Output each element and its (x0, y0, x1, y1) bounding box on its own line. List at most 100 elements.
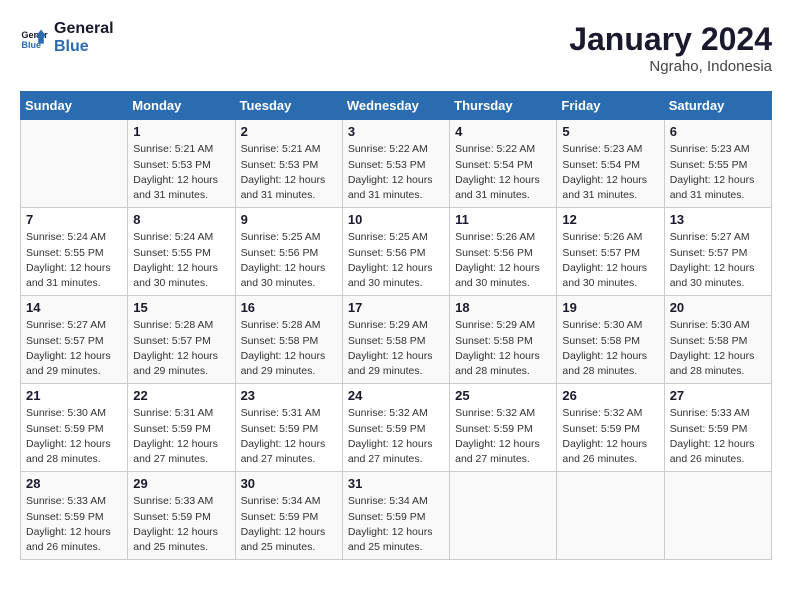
calendar-cell: 14Sunrise: 5:27 AM Sunset: 5:57 PM Dayli… (21, 296, 128, 384)
weekday-header: Wednesday (342, 92, 449, 120)
day-info: Sunrise: 5:28 AM Sunset: 5:58 PM Dayligh… (241, 318, 337, 379)
day-number: 12 (562, 212, 658, 227)
calendar-cell: 24 Sunrise: 5:32 AM Sunset: 5:59 PM Dayli… (342, 384, 449, 472)
day-number: 19 (562, 300, 658, 315)
day-info: Sunrise: 5:21 AM Sunset: 5:53 PM Dayligh… (241, 142, 337, 203)
day-number: 22 (133, 388, 229, 403)
day-info: Sunrise: 5:30 AM Sunset: 5:58 PM Dayligh… (670, 318, 766, 379)
day-number: 27 (670, 388, 766, 403)
day-info: Sunrise: 5:24 AM Sunset: 5:55 PM Dayligh… (133, 230, 229, 291)
calendar-cell: 29 Sunrise: 5:33 AM Sunset: 5:59 PM Dayli… (128, 472, 235, 560)
logo-general: General (54, 20, 114, 38)
day-info: Sunrise: 5:21 AM Sunset: 5:53 PM Dayligh… (133, 142, 229, 203)
calendar-table: SundayMondayTuesdayWednesdayThursdayFrid… (20, 91, 772, 560)
day-number: 29 (133, 476, 229, 491)
day-info: Sunrise: 5:31 AM Sunset: 5:59 PM Dayligh… (133, 406, 229, 467)
day-number: 11 (455, 212, 551, 227)
calendar-cell: 13 Sunrise: 5:27 AM Sunset: 5:57 PM Dayli… (664, 208, 771, 296)
day-info: Sunrise: 5:29 AM Sunset: 5:58 PM Dayligh… (348, 318, 444, 379)
calendar-cell: 15 Sunrise: 5:28 AM Sunset: 5:57 PM Dayli… (128, 296, 235, 384)
day-number: 6 (670, 124, 766, 139)
day-info: Sunrise: 5:23 AM Sunset: 5:54 PM Dayligh… (562, 142, 658, 203)
day-number: 9 (241, 212, 337, 227)
day-number: 15 (133, 300, 229, 315)
day-info: Sunrise: 5:24 AM Sunset: 5:55 PM Dayligh… (26, 230, 122, 291)
logo-icon: General Blue (20, 24, 48, 52)
day-info: Sunrise: 5:32 AM Sunset: 5:59 PM Dayligh… (455, 406, 551, 467)
day-number: 25 (455, 388, 551, 403)
day-number: 31 (348, 476, 444, 491)
day-number: 28 (26, 476, 122, 491)
day-info: Sunrise: 5:30 AM Sunset: 5:59 PM Dayligh… (26, 406, 122, 467)
day-number: 13 (670, 212, 766, 227)
calendar-cell: 22 Sunrise: 5:31 AM Sunset: 5:59 PM Dayli… (128, 384, 235, 472)
calendar-cell: 16Sunrise: 5:28 AM Sunset: 5:58 PM Dayli… (235, 296, 342, 384)
calendar-cell: 25 Sunrise: 5:32 AM Sunset: 5:59 PM Dayli… (450, 384, 557, 472)
day-info: Sunrise: 5:33 AM Sunset: 5:59 PM Dayligh… (670, 406, 766, 467)
day-number: 3 (348, 124, 444, 139)
calendar-cell: 10 Sunrise: 5:25 AM Sunset: 5:56 PM Dayli… (342, 208, 449, 296)
day-info: Sunrise: 5:25 AM Sunset: 5:56 PM Dayligh… (241, 230, 337, 291)
calendar-cell: 12 Sunrise: 5:26 AM Sunset: 5:57 PM Dayli… (557, 208, 664, 296)
day-info: Sunrise: 5:28 AM Sunset: 5:57 PM Dayligh… (133, 318, 229, 379)
calendar-cell: 30 Sunrise: 5:34 AM Sunset: 5:59 PM Dayli… (235, 472, 342, 560)
day-info: Sunrise: 5:29 AM Sunset: 5:58 PM Dayligh… (455, 318, 551, 379)
calendar-cell: 27 Sunrise: 5:33 AM Sunset: 5:59 PM Dayli… (664, 384, 771, 472)
calendar-cell: 3Sunrise: 5:22 AM Sunset: 5:53 PM Daylig… (342, 120, 449, 208)
day-number: 26 (562, 388, 658, 403)
calendar-cell: 17 Sunrise: 5:29 AM Sunset: 5:58 PM Dayli… (342, 296, 449, 384)
day-info: Sunrise: 5:31 AM Sunset: 5:59 PM Dayligh… (241, 406, 337, 467)
day-info: Sunrise: 5:33 AM Sunset: 5:59 PM Dayligh… (133, 494, 229, 555)
day-info: Sunrise: 5:34 AM Sunset: 5:59 PM Dayligh… (348, 494, 444, 555)
calendar-cell (664, 472, 771, 560)
calendar-cell: 8 Sunrise: 5:24 AM Sunset: 5:55 PM Daylig… (128, 208, 235, 296)
calendar-cell: 21 Sunrise: 5:30 AM Sunset: 5:59 PM Dayli… (21, 384, 128, 472)
calendar-cell: 26 Sunrise: 5:32 AM Sunset: 5:59 PM Dayli… (557, 384, 664, 472)
day-number: 5 (562, 124, 658, 139)
day-number: 21 (26, 388, 122, 403)
month-title: January 2024 (569, 20, 772, 58)
calendar-cell (557, 472, 664, 560)
day-number: 8 (133, 212, 229, 227)
day-info: Sunrise: 5:26 AM Sunset: 5:57 PM Dayligh… (562, 230, 658, 291)
calendar-cell: 6 Sunrise: 5:23 AM Sunset: 5:55 PM Daylig… (664, 120, 771, 208)
day-number: 17 (348, 300, 444, 315)
calendar-cell: 19 Sunrise: 5:30 AM Sunset: 5:58 PM Dayli… (557, 296, 664, 384)
calendar-cell: 2Sunrise: 5:21 AM Sunset: 5:53 PM Daylig… (235, 120, 342, 208)
logo: General Blue General Blue (20, 20, 114, 55)
calendar-cell: 9 Sunrise: 5:25 AM Sunset: 5:56 PM Daylig… (235, 208, 342, 296)
day-info: Sunrise: 5:23 AM Sunset: 5:55 PM Dayligh… (670, 142, 766, 203)
calendar-cell: 4Sunrise: 5:22 AM Sunset: 5:54 PM Daylig… (450, 120, 557, 208)
day-number: 30 (241, 476, 337, 491)
day-number: 7 (26, 212, 122, 227)
day-info: Sunrise: 5:27 AM Sunset: 5:57 PM Dayligh… (26, 318, 122, 379)
calendar-cell: 28 Sunrise: 5:33 AM Sunset: 5:59 PM Dayli… (21, 472, 128, 560)
weekday-header: Friday (557, 92, 664, 120)
weekday-header: Tuesday (235, 92, 342, 120)
calendar-cell: 11 Sunrise: 5:26 AM Sunset: 5:56 PM Dayli… (450, 208, 557, 296)
day-number: 1 (133, 124, 229, 139)
calendar-cell: 23Sunrise: 5:31 AM Sunset: 5:59 PM Dayli… (235, 384, 342, 472)
day-info: Sunrise: 5:25 AM Sunset: 5:56 PM Dayligh… (348, 230, 444, 291)
day-info: Sunrise: 5:34 AM Sunset: 5:59 PM Dayligh… (241, 494, 337, 555)
weekday-header: Sunday (21, 92, 128, 120)
day-info: Sunrise: 5:27 AM Sunset: 5:57 PM Dayligh… (670, 230, 766, 291)
day-number: 10 (348, 212, 444, 227)
title-block: January 2024 Ngraho, Indonesia (569, 20, 772, 75)
calendar-cell: 31 Sunrise: 5:34 AM Sunset: 5:59 PM Dayli… (342, 472, 449, 560)
day-number: 24 (348, 388, 444, 403)
calendar-cell: 1 Sunrise: 5:21 AM Sunset: 5:53 PM Daylig… (128, 120, 235, 208)
day-info: Sunrise: 5:32 AM Sunset: 5:59 PM Dayligh… (348, 406, 444, 467)
location-subtitle: Ngraho, Indonesia (569, 58, 772, 75)
calendar-cell: 20Sunrise: 5:30 AM Sunset: 5:58 PM Dayli… (664, 296, 771, 384)
day-info: Sunrise: 5:33 AM Sunset: 5:59 PM Dayligh… (26, 494, 122, 555)
calendar-cell: 5 Sunrise: 5:23 AM Sunset: 5:54 PM Daylig… (557, 120, 664, 208)
day-info: Sunrise: 5:30 AM Sunset: 5:58 PM Dayligh… (562, 318, 658, 379)
day-info: Sunrise: 5:26 AM Sunset: 5:56 PM Dayligh… (455, 230, 551, 291)
day-info: Sunrise: 5:32 AM Sunset: 5:59 PM Dayligh… (562, 406, 658, 467)
weekday-header: Monday (128, 92, 235, 120)
weekday-header: Thursday (450, 92, 557, 120)
svg-text:Blue: Blue (21, 39, 41, 49)
logo-blue: Blue (54, 38, 114, 56)
calendar-cell (450, 472, 557, 560)
